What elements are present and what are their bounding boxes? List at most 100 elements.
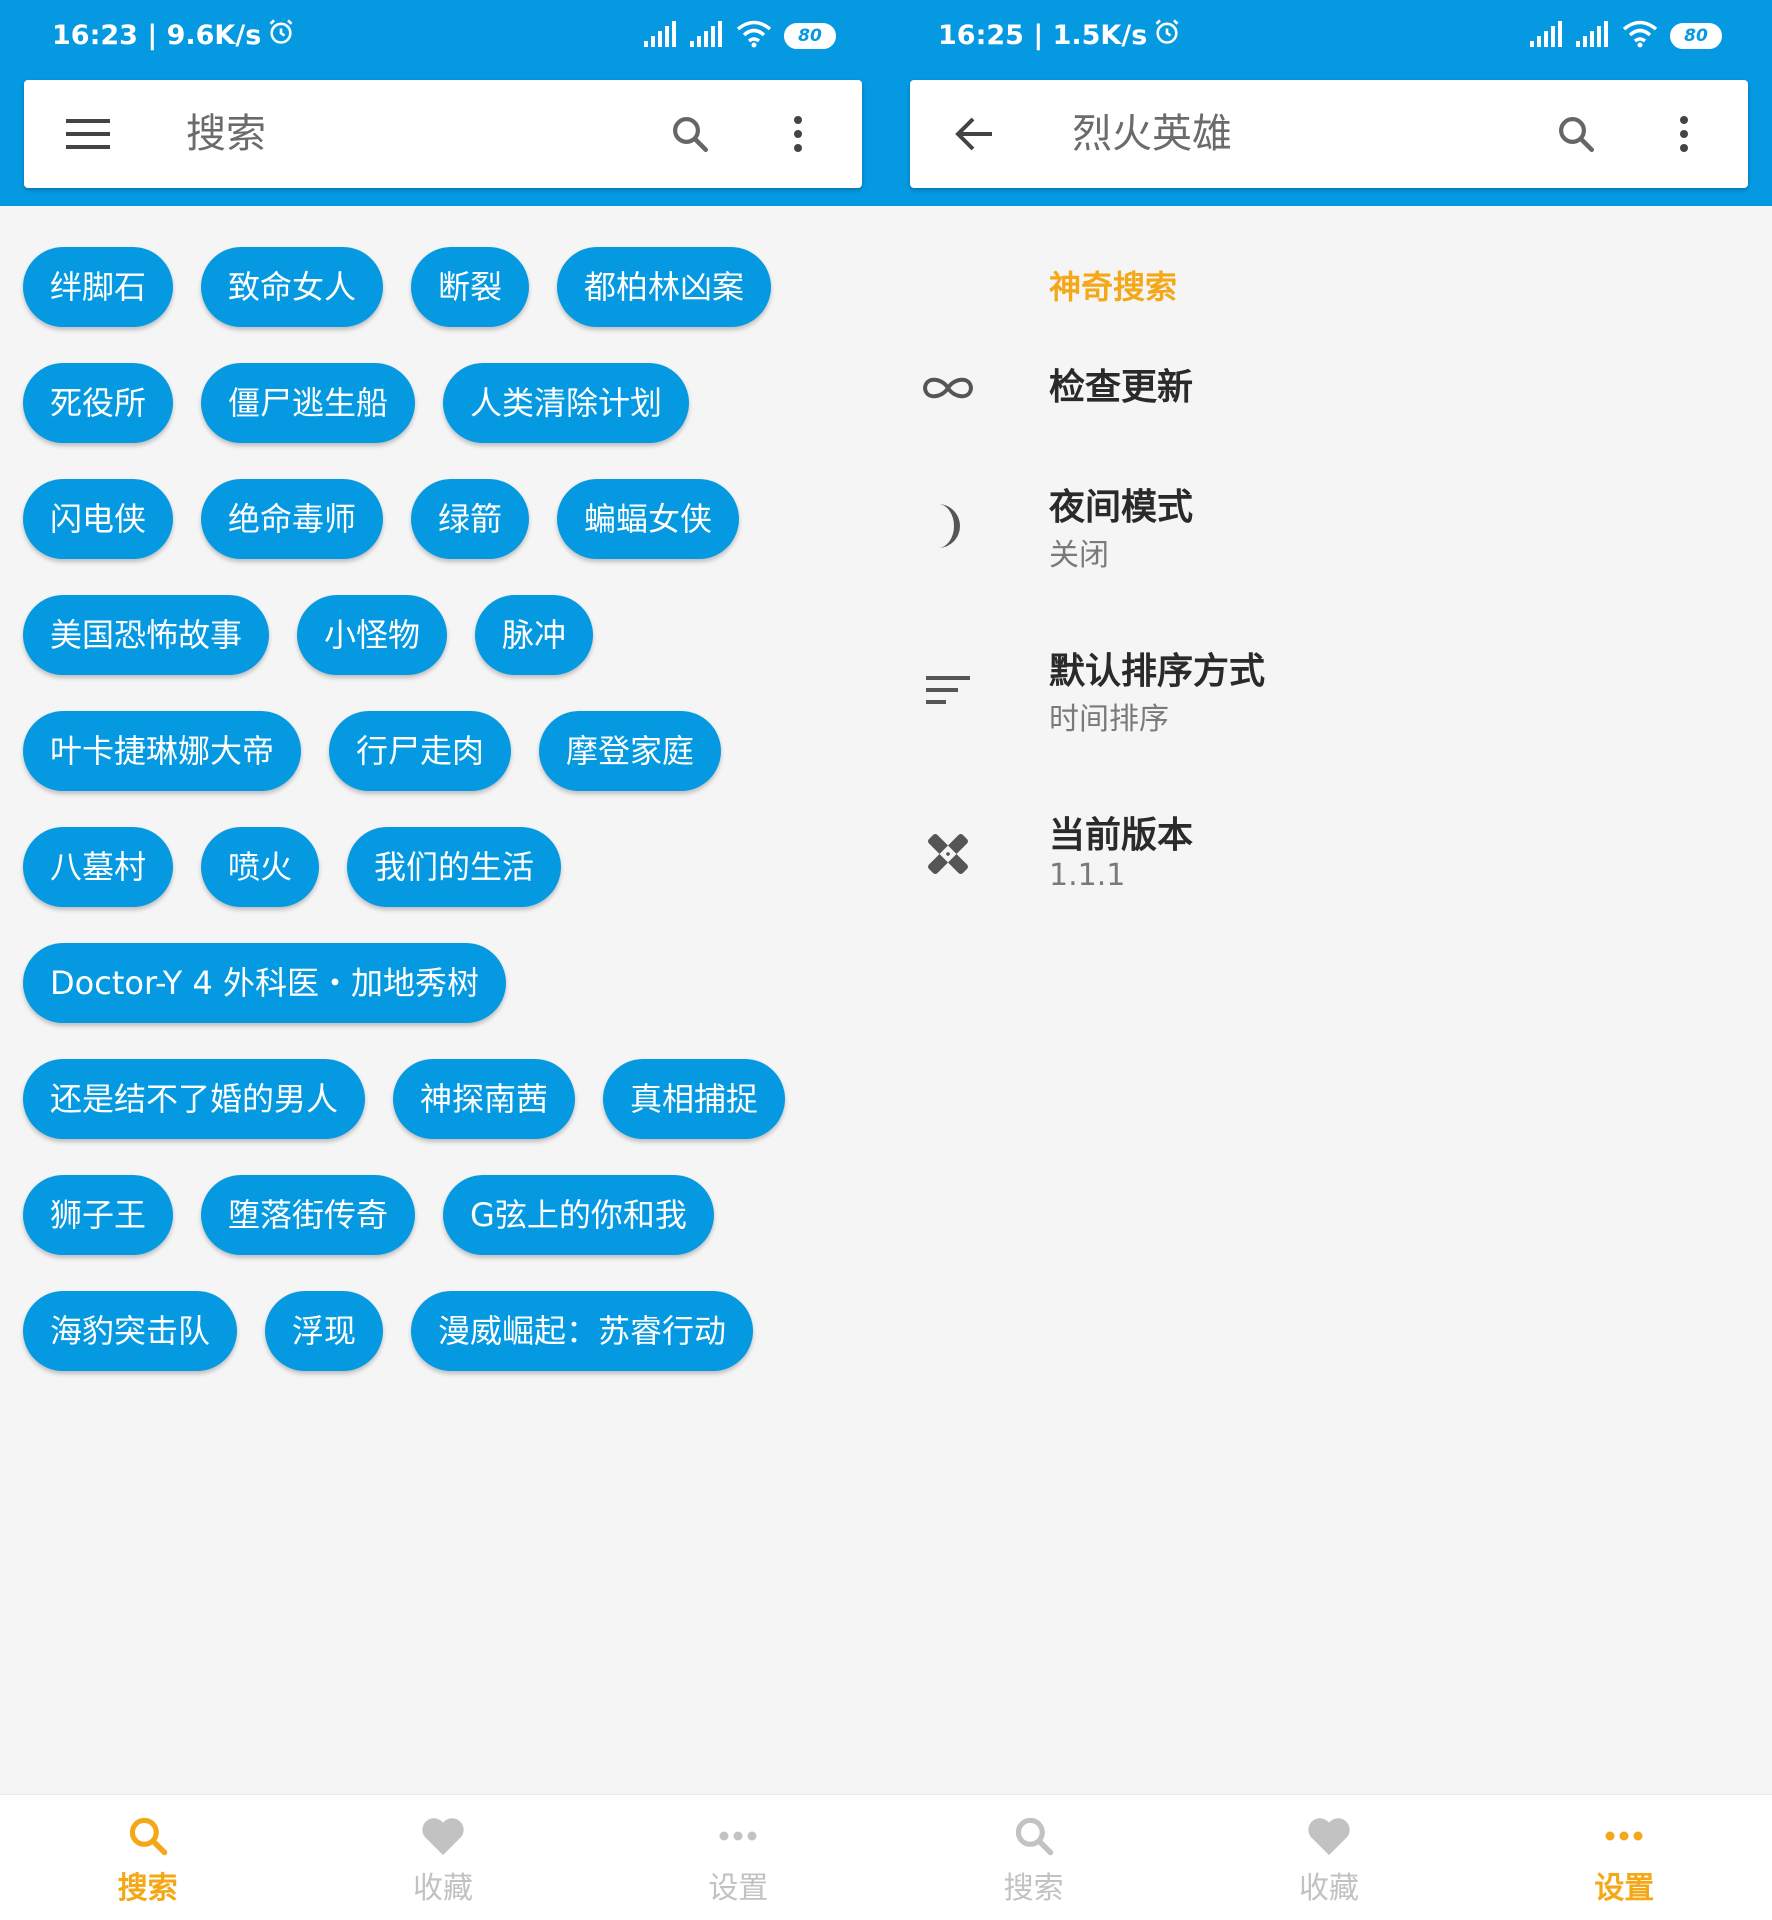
tag-row: Doctor-Y 4 外科医・加地秀树 <box>23 943 863 1023</box>
signal-icon <box>1576 21 1610 51</box>
nav-favorites[interactable]: 收藏 <box>1181 1795 1476 1920</box>
search-tag[interactable]: 八墓村 <box>23 827 174 907</box>
bandage-icon <box>920 826 976 882</box>
search-icon[interactable] <box>666 110 714 158</box>
search-tag[interactable]: G弦上的你和我 <box>443 1175 714 1255</box>
wifi-icon <box>1622 20 1658 52</box>
search-tag[interactable]: 致命女人 <box>201 247 384 327</box>
setting-title: 夜间模式 <box>1049 487 1194 528</box>
setting-title: 默认排序方式 <box>1049 651 1266 692</box>
settings-section-header: 神奇搜索 <box>1049 268 1178 306</box>
search-tag[interactable]: 人类清除计划 <box>443 363 690 443</box>
setting-subtitle: 关闭 <box>1049 538 1109 573</box>
more-options-icon[interactable] <box>774 110 822 158</box>
search-icon <box>1008 1813 1060 1859</box>
alarm-icon <box>267 18 295 53</box>
heart-icon <box>1303 1813 1355 1859</box>
search-bar[interactable]: 搜索 <box>24 80 862 188</box>
search-icon[interactable] <box>1552 110 1600 158</box>
tag-row: 八墓村 喷火 我们的生活 <box>23 827 863 907</box>
search-tag[interactable]: 摩登家庭 <box>539 711 722 791</box>
nav-favorites-label: 收藏 <box>1298 1871 1359 1906</box>
status-time-speed: 16:25 | 1.5K/s <box>938 20 1148 51</box>
nav-settings-label: 设置 <box>1594 1871 1655 1906</box>
setting-default-sort[interactable]: 默认排序方式 时间排序 <box>886 642 1772 752</box>
signal-icon <box>1530 21 1564 51</box>
search-tag[interactable]: 蝙蝠女侠 <box>557 479 740 559</box>
search-tag[interactable]: 美国恐怖故事 <box>23 595 270 675</box>
more-options-icon[interactable] <box>1660 110 1708 158</box>
tag-row: 闪电侠 绝命毒师 绿箭 蝙蝠女侠 <box>23 479 863 559</box>
search-tag[interactable]: 断裂 <box>411 247 530 327</box>
status-time-speed: 16:23 | 9.6K/s <box>52 20 262 51</box>
search-tag[interactable]: 喷火 <box>201 827 320 907</box>
search-input[interactable]: 烈火英雄 <box>1072 108 1232 160</box>
search-tag[interactable]: 我们的生活 <box>347 827 562 907</box>
search-tag[interactable]: 还是结不了婚的男人 <box>23 1059 366 1139</box>
wifi-icon <box>736 20 772 52</box>
search-tag[interactable]: 绿箭 <box>411 479 530 559</box>
search-tag[interactable]: 海豹突击队 <box>23 1291 238 1371</box>
search-input[interactable]: 搜索 <box>186 108 266 160</box>
search-tag[interactable]: 真相捕捉 <box>603 1059 786 1139</box>
search-tag[interactable]: 僵尸逃生船 <box>201 363 416 443</box>
search-tag[interactable]: 脉冲 <box>475 595 594 675</box>
tag-row: 狮子王 堕落街传奇 G弦上的你和我 <box>23 1175 863 1255</box>
search-tag[interactable]: Doctor-Y 4 外科医・加地秀树 <box>23 943 507 1023</box>
search-tag[interactable]: 绊脚石 <box>23 247 174 327</box>
setting-check-update[interactable]: 检查更新 <box>886 350 1772 450</box>
status-bar: 16:25 | 1.5K/s 80 <box>886 0 1772 78</box>
tag-row: 海豹突击队 浮现 漫威崛起：苏睿行动 <box>23 1291 863 1371</box>
search-tag[interactable]: 绝命毒师 <box>201 479 384 559</box>
setting-night-mode[interactable]: 夜间模式 关闭 <box>886 478 1772 588</box>
moon-icon <box>920 498 976 554</box>
tag-row: 美国恐怖故事 小怪物 脉冲 <box>23 595 863 675</box>
settings-screen: 16:25 | 1.5K/s 80 烈火英雄 神奇搜索 检查更新 夜间模式 关闭… <box>886 0 1772 1920</box>
sort-icon <box>920 662 976 718</box>
infinity-icon <box>920 360 976 416</box>
search-icon <box>122 1813 174 1859</box>
bottom-navigation: 搜索 收藏 设置 <box>0 1794 886 1920</box>
menu-icon[interactable] <box>64 110 112 158</box>
more-dots-icon <box>1598 1813 1650 1859</box>
search-tag[interactable]: 叶卡捷琳娜大帝 <box>23 711 302 791</box>
setting-title: 检查更新 <box>1049 367 1194 408</box>
hot-search-tags: 绊脚石 致命女人 断裂 都柏林凶案 死役所 僵尸逃生船 人类清除计划 闪电侠 绝命毒师 绿箭 蝙蝠女… <box>23 247 863 1407</box>
nav-search[interactable]: 搜索 <box>886 1795 1181 1920</box>
search-tag[interactable]: 死役所 <box>23 363 174 443</box>
search-tag[interactable]: 小怪物 <box>297 595 448 675</box>
heart-icon <box>417 1813 469 1859</box>
nav-settings[interactable]: 设置 <box>1477 1795 1772 1920</box>
setting-subtitle: 1.1.1 <box>1049 858 1126 893</box>
nav-settings-label: 设置 <box>708 1871 769 1906</box>
nav-settings[interactable]: 设置 <box>591 1795 886 1920</box>
search-tag[interactable]: 浮现 <box>265 1291 384 1371</box>
search-tag[interactable]: 狮子王 <box>23 1175 174 1255</box>
nav-search[interactable]: 搜索 <box>0 1795 295 1920</box>
nav-search-label: 搜索 <box>117 1871 178 1906</box>
bottom-navigation: 搜索 收藏 设置 <box>886 1794 1772 1920</box>
search-tag[interactable]: 堕落街传奇 <box>201 1175 416 1255</box>
nav-favorites-label: 收藏 <box>412 1871 473 1906</box>
search-screen: 16:23 | 9.6K/s 80 搜索 绊脚石 致命女人 断裂 都柏林凶案 死… <box>0 0 886 1920</box>
signal-icon <box>644 21 678 51</box>
setting-title: 当前版本 <box>1049 815 1194 856</box>
back-arrow-icon[interactable] <box>950 110 998 158</box>
search-tag[interactable]: 闪电侠 <box>23 479 174 559</box>
battery-indicator: 80 <box>1670 23 1722 49</box>
tag-row: 死役所 僵尸逃生船 人类清除计划 <box>23 363 863 443</box>
search-bar[interactable]: 烈火英雄 <box>910 80 1748 188</box>
more-dots-icon <box>712 1813 764 1859</box>
status-bar: 16:23 | 9.6K/s 80 <box>0 0 886 78</box>
tag-row: 叶卡捷琳娜大帝 行尸走肉 摩登家庭 <box>23 711 863 791</box>
search-tag[interactable]: 行尸走肉 <box>329 711 512 791</box>
search-tag[interactable]: 漫威崛起：苏睿行动 <box>411 1291 754 1371</box>
search-tag[interactable]: 都柏林凶案 <box>557 247 772 327</box>
nav-favorites[interactable]: 收藏 <box>295 1795 590 1920</box>
tag-row: 还是结不了婚的男人 神探南茜 真相捕捉 <box>23 1059 863 1139</box>
nav-search-label: 搜索 <box>1003 1871 1064 1906</box>
setting-subtitle: 时间排序 <box>1049 702 1169 737</box>
search-tag[interactable]: 神探南茜 <box>393 1059 576 1139</box>
signal-icon <box>690 21 724 51</box>
setting-current-version[interactable]: 当前版本 1.1.1 <box>886 806 1772 916</box>
